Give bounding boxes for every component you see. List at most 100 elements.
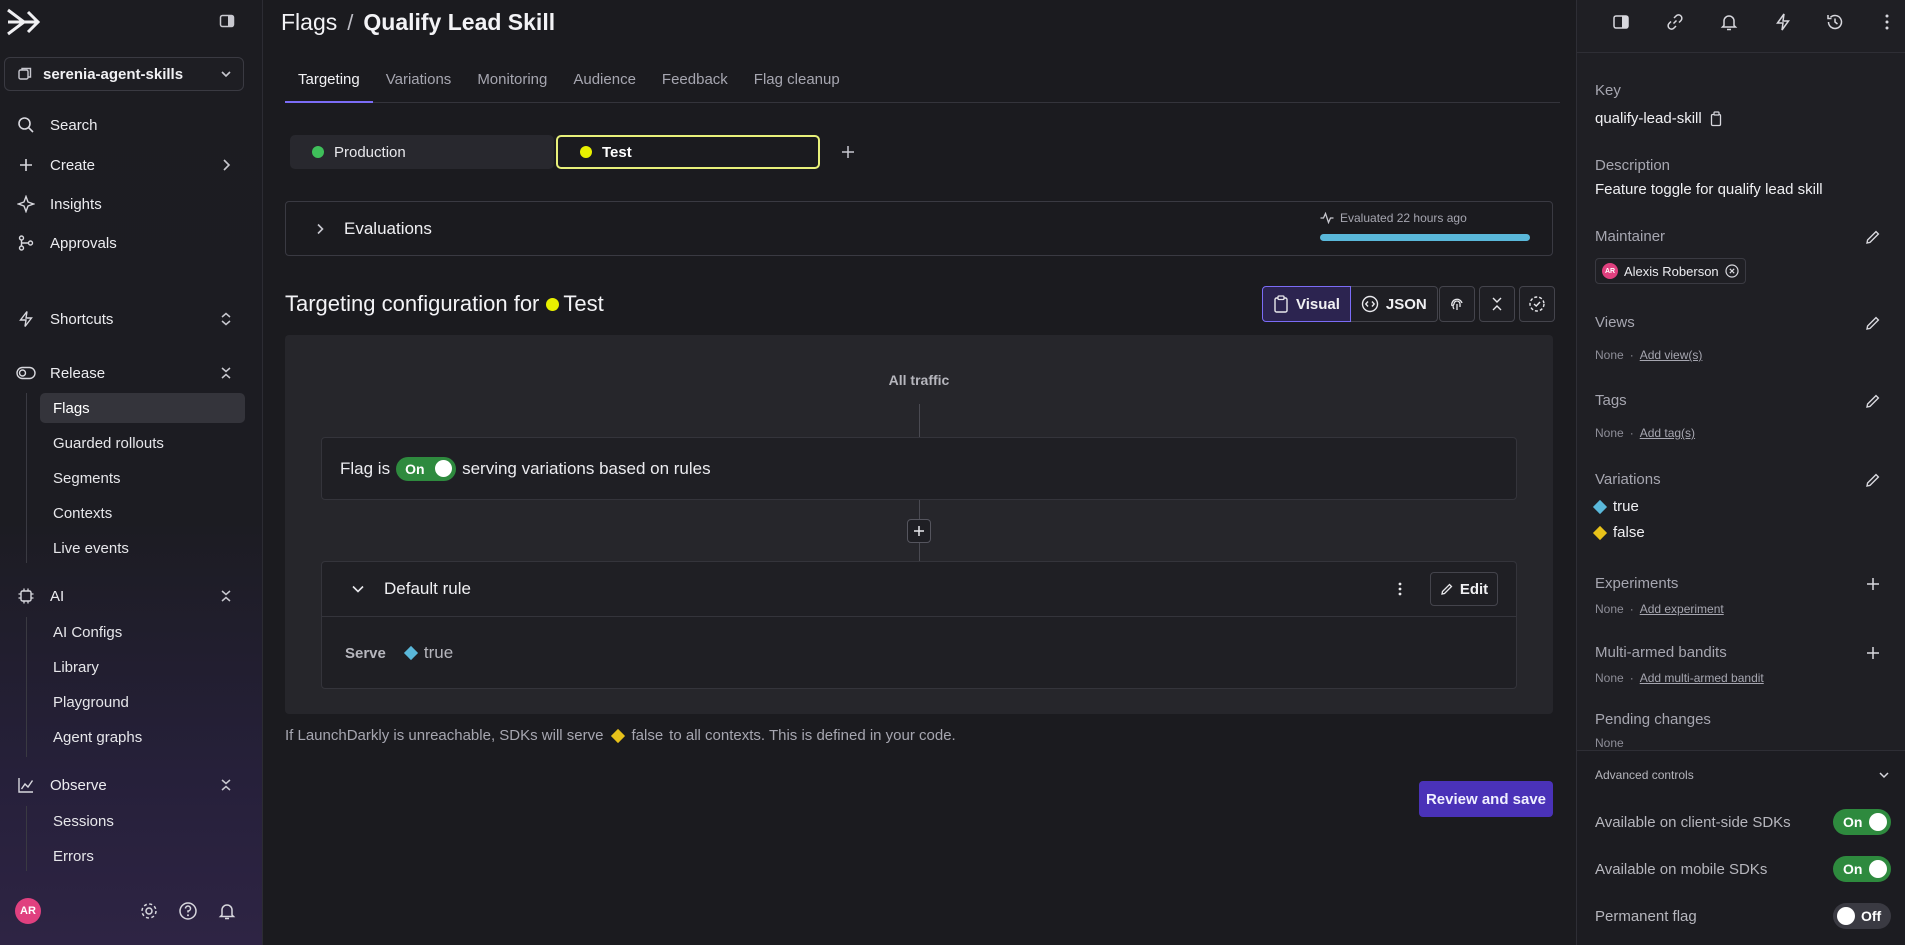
nav-search[interactable]: Search [16,110,246,140]
json-view-button[interactable]: JSON [1350,286,1438,322]
help-icon[interactable] [178,901,198,921]
evaluations-panel[interactable]: Evaluations Evaluated 22 hours ago [285,201,1553,256]
advanced-controls-header[interactable]: Advanced controls [1595,768,1891,782]
edit-rule-button[interactable]: Edit [1430,572,1498,606]
copy-icon[interactable] [1710,110,1724,127]
nav-approvals[interactable]: Approvals [16,228,246,258]
compare-button[interactable] [1519,286,1555,322]
sidebar-item-library[interactable]: Library [40,652,245,682]
variation-item: false [1592,524,1645,541]
nav-observe[interactable]: Observe [16,770,246,800]
env-name: Test [602,143,632,161]
view-mode-switch: Visual JSON [1262,286,1438,322]
mobile-sdk-toggle[interactable]: On [1833,856,1891,882]
sidebar-item-errors[interactable]: Errors [40,841,245,871]
nav-insights[interactable]: Insights [16,189,246,219]
tab-monitoring[interactable]: Monitoring [464,61,560,103]
sidebar-collapse-icon[interactable] [219,13,235,29]
toggle-label: On [1843,814,1863,830]
observe-rail [26,806,27,871]
panel-divider [1577,52,1905,53]
breadcrumb-flags[interactable]: Flags [281,9,337,36]
variation-name: false [1613,524,1645,541]
more-vertical-icon[interactable] [1877,12,1897,32]
add-views-link[interactable]: Add view(s) [1640,348,1703,362]
variation-name: true [1613,498,1639,515]
nav-search-label: Search [50,116,98,134]
review-and-save-button[interactable]: Review and save [1419,781,1553,817]
bell-plus-icon[interactable] [1719,12,1739,32]
env-tab-test[interactable]: Test [556,135,820,169]
fingerprint-button[interactable] [1439,286,1475,322]
tags-label: Tags [1595,392,1627,409]
bandits-row: None · Add multi-armed bandit [1595,671,1764,685]
add-tags-link[interactable]: Add tag(s) [1640,426,1695,440]
tab-feedback[interactable]: Feedback [649,61,741,103]
variation-true-diamond-icon [1592,499,1608,514]
chart-icon [16,775,36,795]
user-avatar[interactable]: AR [15,898,41,924]
tags-none: None [1595,426,1624,440]
tab-targeting[interactable]: Targeting [285,61,373,103]
sidebar-item-segments[interactable]: Segments [40,463,245,493]
targeting-title-prefix: Targeting configuration for [285,291,540,316]
all-traffic-label: All traffic [888,372,950,388]
panel-toggle-icon[interactable] [1611,12,1631,32]
add-environment-icon[interactable] [840,144,856,160]
chevron-down-icon [219,67,233,81]
key-label: Key [1595,82,1621,99]
env-status-dot [312,146,324,158]
add-rule-button[interactable] [907,519,931,543]
nav-observe-label: Observe [50,776,107,794]
edit-views-pencil-icon[interactable] [1865,315,1881,331]
chevron-down-icon[interactable] [350,581,366,597]
sidebar-item-playground[interactable]: Playground [40,687,245,717]
nav-ai[interactable]: AI [16,581,246,611]
nav-release[interactable]: Release [16,358,246,388]
tab-variations[interactable]: Variations [373,61,465,103]
project-name: serenia-agent-skills [43,65,184,83]
sidebar-item-sessions[interactable]: Sessions [40,806,245,836]
sidebar-item-guarded-rollouts[interactable]: Guarded rollouts [40,428,245,458]
tab-flag-cleanup[interactable]: Flag cleanup [741,61,853,103]
edit-maintainer-pencil-icon[interactable] [1865,229,1881,245]
bell-icon[interactable] [217,901,237,921]
dashed-circle-check-icon [1528,295,1546,313]
remove-circle-icon[interactable] [1725,264,1739,278]
sidebar-item-flags[interactable]: Flags [40,393,245,423]
collapse-all-button[interactable] [1479,286,1515,322]
add-bandit-plus-icon[interactable] [1865,645,1881,661]
key-value: qualify-lead-skill [1595,110,1702,127]
env-tab-production[interactable]: Production [290,135,554,169]
sidebar-item-agent-graphs[interactable]: Agent graphs [40,722,245,752]
search-icon [16,115,36,135]
edit-variations-pencil-icon[interactable] [1865,472,1881,488]
permanent-flag-toggle[interactable]: Off [1833,903,1891,929]
footnote-value: false [631,727,664,744]
history-icon[interactable] [1825,12,1845,32]
add-experiment-link[interactable]: Add experiment [1640,602,1724,616]
more-vertical-icon[interactable] [1392,581,1408,597]
launchdarkly-logo-icon[interactable] [4,6,44,38]
edit-tags-pencil-icon[interactable] [1865,393,1881,409]
flag-toggle[interactable]: On [396,456,457,481]
link-icon[interactable] [1665,12,1685,32]
add-experiment-plus-icon[interactable] [1865,576,1881,592]
env-status-dot [546,297,560,311]
pending-changes-label: Pending changes [1595,711,1711,728]
serve-value: true [423,643,454,662]
nav-create[interactable]: Create [16,150,246,180]
advanced-controls-label: Advanced controls [1595,768,1694,782]
sidebar-item-live-events[interactable]: Live events [40,533,245,563]
project-selector[interactable]: serenia-agent-skills [4,57,244,91]
visual-view-button[interactable]: Visual [1262,286,1351,322]
sidebar-item-ai-configs[interactable]: AI Configs [40,617,245,647]
client-sdk-toggle[interactable]: On [1833,809,1891,835]
description-value: Feature toggle for qualify lead skill [1595,181,1823,198]
tab-audience[interactable]: Audience [560,61,649,103]
sidebar-item-contexts[interactable]: Contexts [40,498,245,528]
nav-shortcuts[interactable]: Shortcuts [16,304,246,334]
gear-icon[interactable] [139,901,159,921]
add-bandit-link[interactable]: Add multi-armed bandit [1640,671,1764,685]
lightning-icon[interactable] [1773,12,1793,32]
